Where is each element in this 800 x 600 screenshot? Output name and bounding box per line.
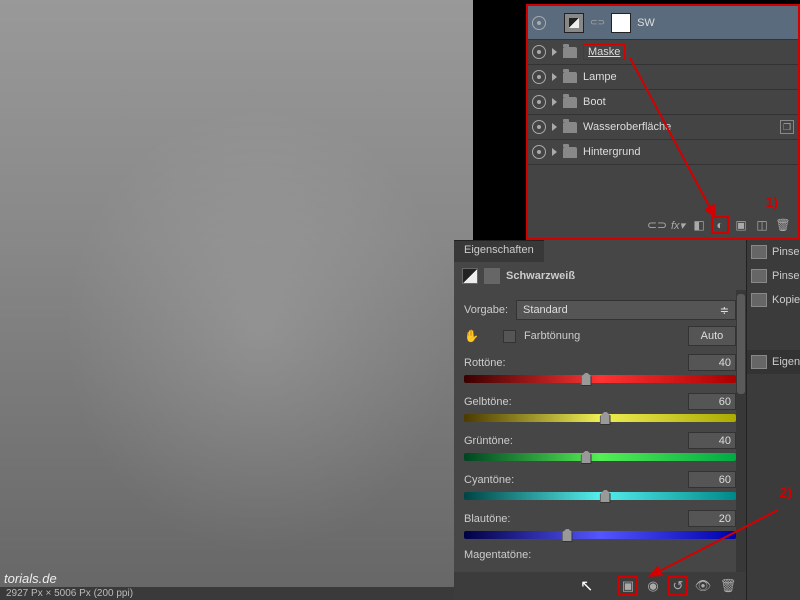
- visibility-icon[interactable]: [532, 120, 546, 134]
- slider-thumb[interactable]: [581, 372, 592, 386]
- slider-value-input[interactable]: [688, 510, 736, 527]
- document-canvas[interactable]: torials.de: [0, 0, 473, 600]
- toggle-visibility-icon[interactable]: 👁: [693, 576, 713, 596]
- view-previous-icon[interactable]: ◉: [643, 576, 663, 596]
- brush-icon: [751, 269, 767, 283]
- add-mask-icon[interactable]: ◧: [690, 216, 708, 234]
- clone-icon: [751, 293, 767, 307]
- callout-1: 1): [766, 194, 778, 210]
- panel-brush[interactable]: Pinsel: [747, 264, 800, 288]
- properties-panel: Eigenschaften Schwarzweiß Vorgabe: Stand…: [454, 240, 746, 600]
- slider-value-input[interactable]: [688, 432, 736, 449]
- fx-icon[interactable]: fx▾: [669, 216, 687, 234]
- slider-label: Grüntöne:: [464, 435, 513, 447]
- slider-track[interactable]: [464, 453, 736, 461]
- adjustment-thumbnail[interactable]: [564, 13, 584, 33]
- auto-button[interactable]: Auto: [688, 326, 736, 346]
- properties-scrollbar[interactable]: [736, 290, 746, 572]
- watermark-text: torials.de: [4, 571, 57, 586]
- slider-label: Cyantöne:: [464, 474, 514, 486]
- link-layers-icon[interactable]: ⊂⊃: [648, 216, 666, 234]
- panel-properties[interactable]: Eigens: [747, 350, 800, 374]
- panel-brush-presets[interactable]: Pinselv: [747, 240, 800, 264]
- slider-thumb[interactable]: [600, 411, 611, 425]
- slider-value-input[interactable]: [688, 393, 736, 410]
- new-adjustment-layer-icon[interactable]: ◐: [711, 216, 729, 234]
- layer-sw[interactable]: ⊂⊃ SW: [528, 6, 798, 40]
- right-collapsed-panels: Pinselv Pinsel Kopie Eigens: [746, 240, 800, 600]
- layer-wasser[interactable]: Wasseroberfläche ❐: [528, 115, 798, 140]
- slider-thumb[interactable]: [581, 450, 592, 464]
- slider-value-input[interactable]: [688, 354, 736, 371]
- bw-adjustment-icon: [462, 268, 478, 284]
- visibility-icon[interactable]: [532, 45, 546, 59]
- layer-hintergrund[interactable]: Hintergrund: [528, 140, 798, 165]
- expand-icon[interactable]: [552, 123, 557, 131]
- tint-checkbox[interactable]: [503, 330, 516, 343]
- new-group-icon[interactable]: ▣: [732, 216, 750, 234]
- folder-icon: [563, 147, 577, 158]
- mask-mode-icon[interactable]: [484, 268, 500, 284]
- layer-boot[interactable]: Boot: [528, 90, 798, 115]
- targeted-adjust-icon[interactable]: ✋: [464, 329, 479, 343]
- layer-label: Boot: [583, 96, 606, 108]
- visibility-icon[interactable]: [532, 70, 546, 84]
- expand-icon[interactable]: [552, 73, 557, 81]
- layer-maske[interactable]: Maske: [528, 40, 798, 65]
- slider-track[interactable]: [464, 492, 736, 500]
- reset-icon[interactable]: ↺: [668, 576, 688, 596]
- chevron-down-icon: ≑: [720, 304, 729, 317]
- new-layer-icon[interactable]: ◫: [753, 216, 771, 234]
- preset-label: Vorgabe:: [464, 304, 508, 316]
- slider-track[interactable]: [464, 531, 736, 539]
- slider-value-input[interactable]: [688, 471, 736, 488]
- status-bar: 2927 Px × 5006 Px (200 ppi): [0, 587, 473, 600]
- group-icon: ❐: [780, 120, 794, 134]
- clip-to-layer-icon[interactable]: ▣: [618, 576, 638, 596]
- expand-icon[interactable]: [552, 48, 557, 56]
- folder-icon: [563, 122, 577, 133]
- brush-icon: [751, 245, 767, 259]
- visibility-icon[interactable]: [532, 16, 546, 30]
- slider-label: Blautöne:: [464, 513, 510, 525]
- properties-footer: ▣ ◉ ↺ 👁 🗑: [454, 572, 746, 600]
- visibility-icon[interactable]: [532, 145, 546, 159]
- slider-track[interactable]: [464, 375, 736, 383]
- magenta-label: Magentatöne:: [464, 549, 531, 561]
- expand-icon[interactable]: [552, 148, 557, 156]
- expand-icon[interactable]: [552, 98, 557, 106]
- callout-2: 2): [780, 484, 792, 500]
- folder-icon: [563, 47, 577, 58]
- delete-adjustment-icon[interactable]: 🗑: [718, 576, 738, 596]
- delete-layer-icon[interactable]: 🗑: [774, 216, 792, 234]
- folder-icon: [563, 72, 577, 83]
- slider-track[interactable]: [464, 414, 736, 422]
- layer-lampe[interactable]: Lampe: [528, 65, 798, 90]
- link-icon: ⊂⊃: [590, 17, 605, 28]
- properties-tab[interactable]: Eigenschaften: [454, 240, 544, 262]
- visibility-icon[interactable]: [532, 95, 546, 109]
- folder-icon: [563, 97, 577, 108]
- slider-thumb[interactable]: [562, 528, 573, 542]
- preset-select[interactable]: Standard≑: [516, 300, 736, 320]
- panel-clone-source[interactable]: Kopie: [747, 288, 800, 312]
- layer-mask-thumbnail[interactable]: [611, 13, 631, 33]
- layers-panel: ⊂⊃ SW Maske Lampe Boot Wasseroberfläche …: [526, 4, 800, 240]
- tint-label: Farbtönung: [524, 330, 580, 342]
- layer-label: Wasseroberfläche: [583, 121, 671, 133]
- layer-label: Lampe: [583, 71, 617, 83]
- properties-title: Schwarzweiß: [506, 270, 575, 282]
- layer-label: Hintergrund: [583, 146, 640, 158]
- slider-label: Gelbtöne:: [464, 396, 512, 408]
- layer-label: SW: [637, 17, 655, 29]
- layer-label: Maske: [588, 46, 620, 58]
- slider-icon: [751, 355, 767, 369]
- layers-footer: ⊂⊃ fx▾ ◧ ◐ ▣ ◫ 🗑: [528, 212, 798, 238]
- slider-thumb[interactable]: [600, 489, 611, 503]
- slider-label: Rottöne:: [464, 357, 506, 369]
